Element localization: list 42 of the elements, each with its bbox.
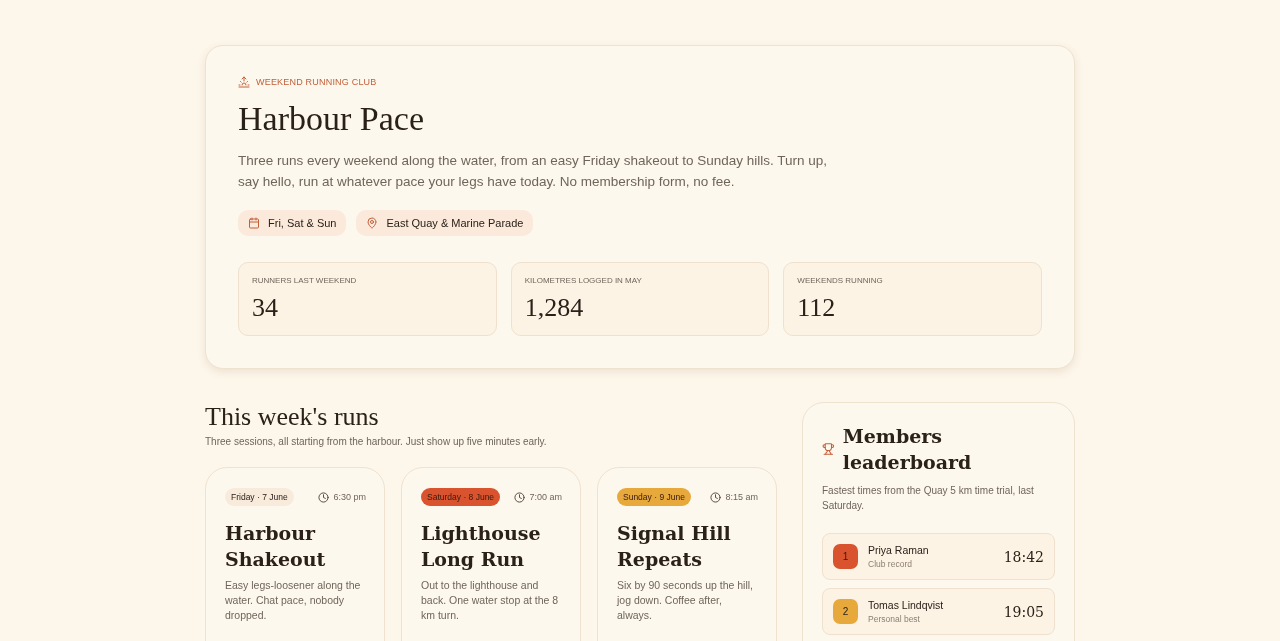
- info-chip: Fri, Sat & Sun: [238, 210, 347, 236]
- day-badge: Friday · 7 June: [225, 488, 294, 506]
- clock-icon: [710, 491, 722, 503]
- run-time: 6:30 pm: [333, 492, 366, 502]
- day-badge: Sunday · 9 June: [617, 488, 691, 506]
- section-subtitle: Three sessions, all starting from the harbour. Just show up five minutes early.: [205, 436, 548, 447]
- club-description: Three runs every weekend along the water, from an easy Friday shakeout to Sunday hills. Turn up, say hello, run at whatever pace your legs have today. No membership form, no fee.: [238, 152, 829, 191]
- stat-label: KILOMETRES LOGGED IN MAY: [524, 276, 643, 285]
- run-title: Harbour Shakeout: [225, 521, 327, 572]
- rank-badge: 1: [833, 544, 858, 569]
- runner-name: Priya Raman: [868, 544, 930, 556]
- clock-icon: [318, 491, 330, 503]
- trophy-icon: [822, 442, 835, 456]
- section-title: This week's runs: [205, 402, 380, 432]
- clock-icon: [514, 491, 526, 503]
- stat-value: 112: [797, 293, 837, 323]
- finish-time: 18:42: [1003, 548, 1044, 565]
- stat-value: 34: [252, 293, 279, 323]
- run-time: 7:00 am: [529, 492, 562, 502]
- stat-label: RUNNERS LAST WEEKEND: [252, 276, 358, 285]
- day-badge: Saturday · 8 June: [421, 488, 501, 506]
- runner-note: Personal best: [868, 614, 921, 624]
- leaderboard-subtitle: Fastest times from the Quay 5 km time trial, last Saturday.: [822, 484, 1035, 513]
- run-description: Six by 90 seconds up the hill, jog down. Coffee after, always.: [617, 578, 754, 623]
- runner-note: Club record: [868, 559, 913, 569]
- stat-value: 1,284: [524, 293, 585, 323]
- leaderboard-title: Members leaderboard: [842, 424, 973, 475]
- runner-name: Tomas Lindqvist: [868, 599, 945, 611]
- sunrise-icon: [238, 76, 250, 88]
- run-title: Lighthouse Long Run: [421, 521, 542, 572]
- map-pin-icon: [366, 217, 379, 229]
- run-description: Easy legs-loosener along the water. Chat pace, nobody dropped.: [225, 578, 362, 623]
- club-title: Harbour Pace: [238, 100, 425, 138]
- stat-label: WEEKENDS RUNNING: [797, 276, 884, 285]
- run-description: Out to the lighthouse and back. One water stop at the 8 km turn.: [421, 578, 560, 623]
- calendar-icon: [248, 217, 260, 229]
- run-title: Signal Hill Repeats: [617, 521, 732, 572]
- club-eyebrow: WEEKEND RUNNING CLUB: [256, 77, 377, 87]
- rank-badge: 2: [833, 599, 858, 624]
- run-time: 8:15 am: [725, 492, 758, 502]
- finish-time: 19:05: [1003, 603, 1044, 620]
- info-chip: East Quay & Marine Parade: [356, 210, 534, 236]
